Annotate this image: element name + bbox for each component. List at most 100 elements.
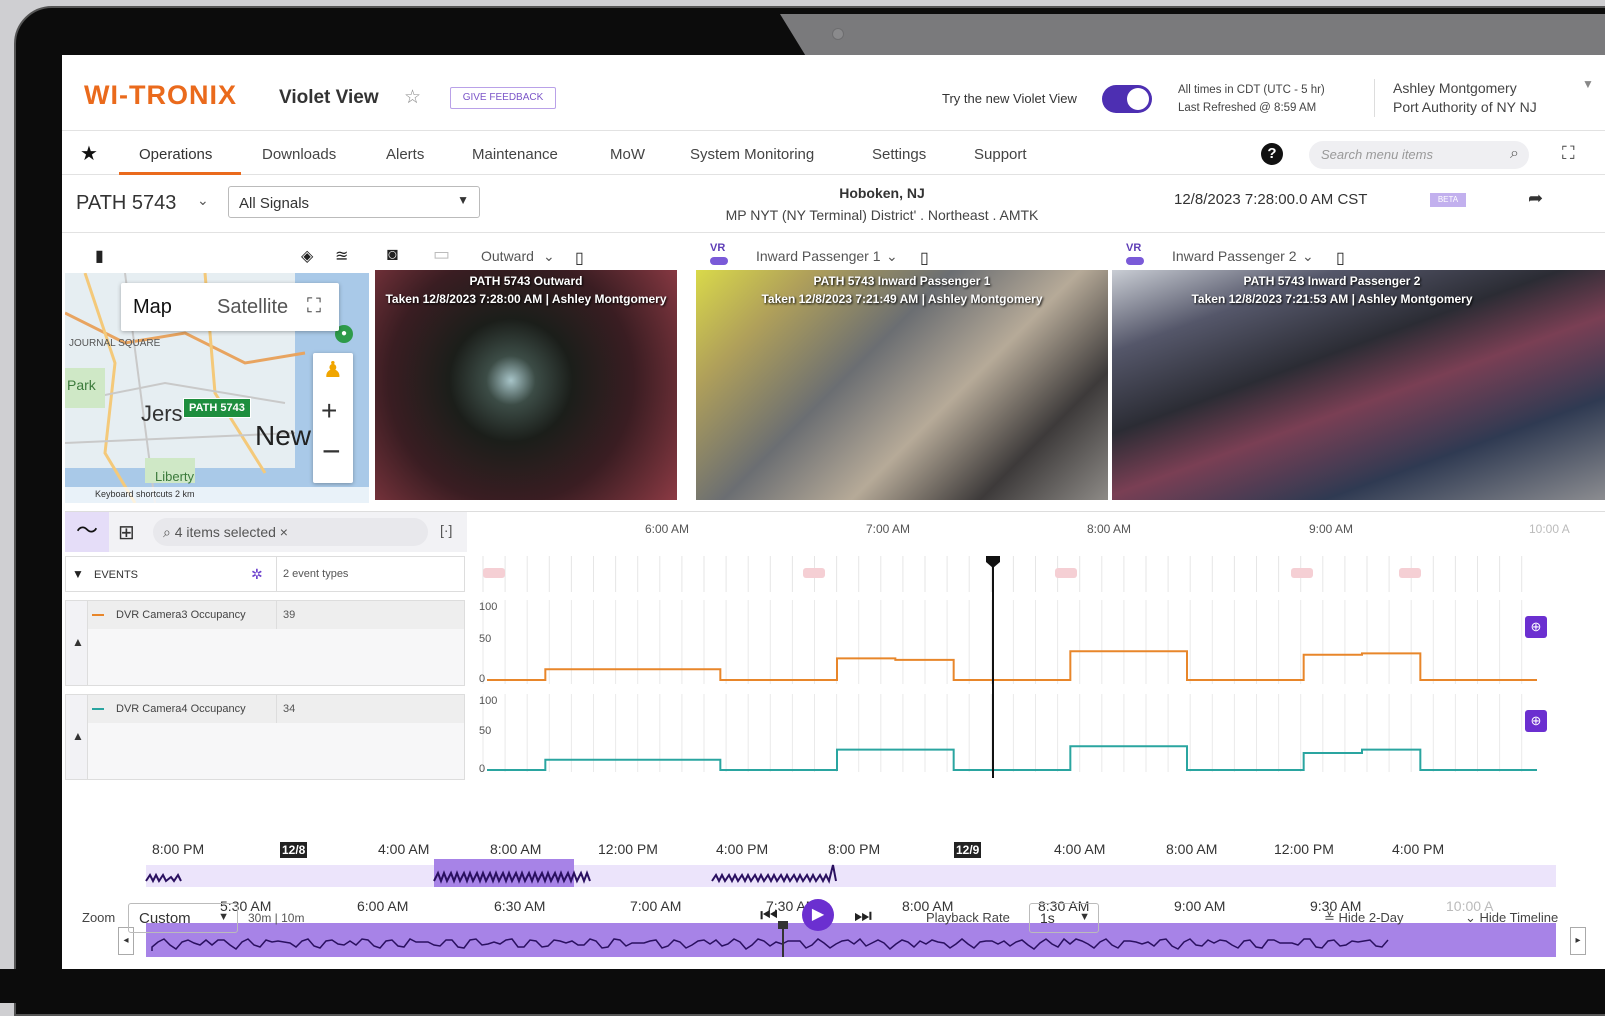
zoom-series-icon[interactable]: ⊕ [1525, 710, 1547, 732]
signal-plot[interactable]: 100 50 0 100 50 0 [473, 556, 1601, 836]
event-marker [1399, 568, 1421, 578]
main-nav: ★ Operations Downloads Alerts Maintenanc… [62, 131, 1605, 175]
map-label-jersey: Jers [141, 401, 183, 426]
vr-toggle[interactable] [710, 257, 728, 265]
timeline-bottom-label: 7:00 AM [630, 898, 682, 914]
vr-label: VR [1126, 242, 1142, 254]
pegman-icon[interactable]: ♟ [323, 357, 343, 383]
tab-settings[interactable]: Settings [872, 146, 926, 163]
zoom-series-icon[interactable]: ⊕ [1525, 616, 1547, 638]
camera-3-chevron-down-icon[interactable]: ⌄ [1302, 248, 1314, 265]
vr-toggle[interactable] [1126, 257, 1144, 265]
layers-icon[interactable]: ◈ [301, 246, 313, 266]
satellite-button[interactable]: Satellite [217, 296, 288, 319]
signal-selector[interactable]: ⌕ 4 items selected × [153, 518, 428, 546]
zoom-select[interactable]: Custom ▼ [128, 903, 238, 933]
tab-downloads[interactable]: Downloads [262, 146, 336, 163]
camera-3-image[interactable]: PATH 5743 Inward Passenger 2 Taken 12/8/… [1112, 270, 1605, 500]
vehicle-icon[interactable]: ▮ [95, 246, 104, 266]
collapse-up-icon[interactable]: ▲ [72, 635, 84, 649]
signals-dropdown[interactable]: All Signals ▼ [228, 186, 480, 218]
collapse-up-icon[interactable]: ▲ [72, 729, 84, 743]
vehicle-select[interactable]: PATH 5743 [76, 192, 176, 215]
tab-operations[interactable]: Operations [139, 146, 212, 163]
camera-2-chevron-down-icon[interactable]: ⌄ [886, 248, 898, 265]
clear-icon[interactable]: × [280, 524, 288, 540]
camera-3-select[interactable]: Inward Passenger 2 [1172, 248, 1297, 264]
rate-value: 1s [1040, 910, 1055, 926]
location-city: Hoboken, NJ [839, 185, 925, 201]
map-view[interactable]: JOURNAL SQUARE Park Jers New Liberty PAT… [65, 273, 369, 503]
event-marker [1291, 568, 1313, 578]
give-feedback-button[interactable]: GIVE FEEDBACK [450, 87, 556, 109]
dropdown-arrow-icon: ▼ [218, 911, 229, 923]
favorites-star-icon[interactable]: ★ [80, 141, 98, 166]
next-day-button[interactable]: ▸ [1570, 927, 1586, 955]
vehicle-chevron-down-icon[interactable]: ⌄ [197, 192, 209, 209]
map-button[interactable]: Map [133, 296, 172, 319]
table-view-icon[interactable]: ⊞ [118, 520, 135, 545]
tab-alerts[interactable]: Alerts [386, 146, 424, 163]
series-swatch [92, 708, 104, 710]
map-toolbar: ▮ ◈ ≊ [65, 238, 371, 273]
hide-2-day-button[interactable]: ≚ Hide 2-Day [1324, 910, 1404, 926]
y-tick-label: 0 [479, 763, 485, 775]
collapse-icon[interactable]: ▼ [72, 567, 84, 581]
two-day-activity [145, 864, 837, 884]
camera-2-title: PATH 5743 Inward Passenger 1 [813, 274, 991, 288]
user-menu[interactable]: Ashley Montgomery Port Authority of NY N… [1393, 79, 1605, 117]
skip-forward-icon[interactable]: ⏭ [854, 905, 872, 928]
camera-1-image[interactable]: PATH 5743 Outward Taken 12/8/2023 7:28:0… [375, 270, 677, 500]
bracket-icon[interactable]: [·] [440, 522, 452, 538]
video-icon[interactable]: ▭ [433, 244, 450, 265]
tab-maintenance[interactable]: Maintenance [472, 146, 558, 163]
search-icon: ⌕ [163, 524, 175, 540]
track-icon[interactable]: ≊ [335, 246, 348, 266]
zoom-in-button[interactable]: + [321, 395, 337, 427]
camera-icon[interactable]: ◙ [387, 244, 398, 265]
beta-badge[interactable]: BETA [1430, 193, 1466, 207]
tab-system-monitoring[interactable]: System Monitoring [690, 146, 814, 163]
fullscreen-icon[interactable]: ⛶ [1562, 143, 1575, 164]
tab-mow[interactable]: MoW [610, 146, 645, 163]
timeline-top-label: 12:00 PM [598, 841, 658, 857]
hide-timeline-label: Hide Timeline [1479, 910, 1559, 925]
gear-icon[interactable]: ✲ [251, 566, 263, 583]
play-button[interactable]: ▶ [802, 899, 834, 931]
events-row: ▼ EVENTS ✲ 2 event types [65, 556, 465, 592]
share-icon[interactable]: ➦ [1528, 188, 1543, 209]
map-type-control: Map Satellite ⛶ [121, 283, 339, 331]
help-icon[interactable]: ? [1261, 143, 1283, 165]
event-marker [483, 568, 505, 578]
trend-view-icon[interactable]: 〜 [65, 512, 109, 552]
camera-2-select[interactable]: Inward Passenger 1 [756, 248, 881, 264]
axis-label: 7:00 AM [866, 522, 911, 536]
current-datetime: 12/8/2023 7:28:00.0 AM CST [1174, 191, 1368, 208]
zoom-out-button[interactable]: − [322, 433, 341, 470]
camera-2-image[interactable]: PATH 5743 Inward Passenger 1 Taken 12/8/… [696, 270, 1108, 500]
map-fullscreen-icon[interactable]: ⛶ [307, 295, 321, 318]
search-placeholder: Search menu items [1321, 147, 1433, 162]
timeline-top-label: 8:00 PM [828, 841, 881, 857]
map-panel: ▮ ◈ ≊ JOURNAL SQUARE Park Jers New Liber… [65, 238, 371, 503]
camera-3-expand-icon[interactable]: ▯ [1336, 248, 1345, 268]
events-label: EVENTS [94, 569, 139, 581]
signals-value: All Signals [239, 195, 310, 212]
vehicle-pin[interactable]: PATH 5743 [183, 398, 251, 418]
search-input[interactable]: Search menu items ⌕ [1309, 141, 1529, 169]
user-menu-caret-icon[interactable]: ▼ [1582, 77, 1594, 91]
camera-2-expand-icon[interactable]: ▯ [920, 248, 929, 268]
hide-timeline-button[interactable]: ⌄ Hide Timeline [1465, 910, 1558, 926]
camera-1-chevron-down-icon[interactable]: ⌄ [543, 248, 555, 265]
skip-back-icon[interactable]: ⏮ [760, 905, 778, 928]
search-icon[interactable]: ⌕ [1510, 145, 1519, 163]
camera-1-select[interactable]: Outward [481, 248, 534, 264]
favorite-star-icon[interactable]: ☆ [404, 86, 421, 109]
camera-1-expand-icon[interactable]: ▯ [575, 248, 584, 268]
new-view-toggle[interactable] [1102, 85, 1152, 113]
tab-support[interactable]: Support [974, 146, 1027, 163]
vr-label: VR [710, 242, 726, 254]
event-marker [1055, 568, 1077, 578]
playback-rate-select[interactable]: 1s ▼ [1029, 903, 1099, 933]
timeline-top-label: 4:00 AM [1054, 841, 1106, 857]
